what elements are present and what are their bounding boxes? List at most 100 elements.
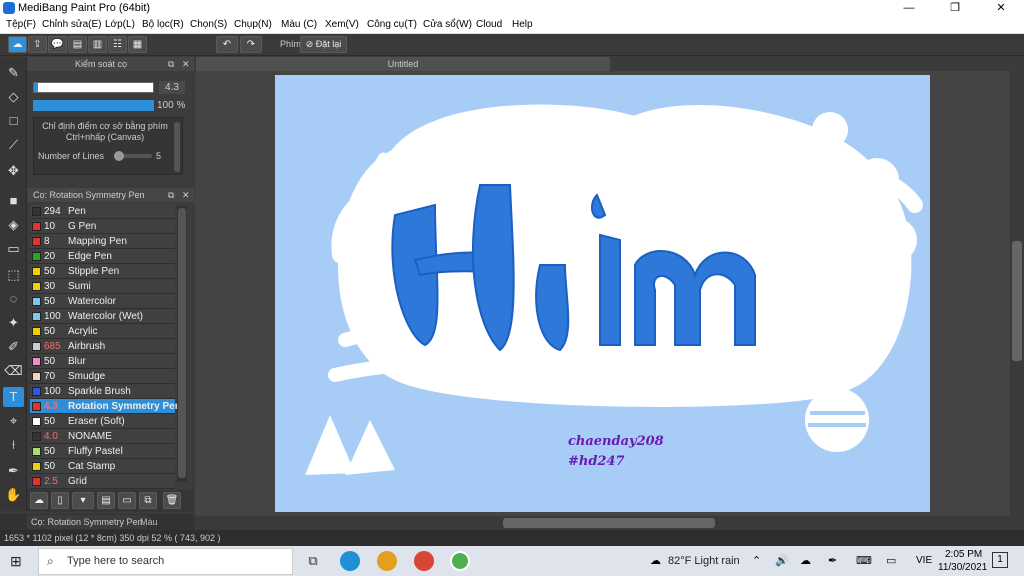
brush-row[interactable]: 50 Fluffy Pastel (30, 444, 175, 459)
options-scrollbar[interactable] (174, 122, 180, 172)
vertical-scrollbar[interactable] (1010, 71, 1024, 516)
document-icon[interactable]: ▥ (88, 36, 107, 53)
chrome-icon[interactable] (414, 551, 434, 571)
chevron-up-icon[interactable]: ⌃ (752, 554, 761, 567)
bucket-tool-icon[interactable]: ◈ (3, 215, 24, 235)
message-icon[interactable]: ▤ (68, 36, 87, 53)
close-button[interactable]: ✕ (978, 0, 1024, 17)
tab-color[interactable]: Màu (136, 515, 162, 529)
lines-slider[interactable] (114, 151, 152, 161)
menu-cloud[interactable]: Cloud (476, 19, 502, 30)
brush-row[interactable]: 20 Edge Pen (30, 249, 175, 264)
brush-row[interactable]: 10 G Pen (30, 219, 175, 234)
hand-tool-icon[interactable]: ✋ (3, 485, 24, 505)
brush-row[interactable]: 30 Sumi (30, 279, 175, 294)
popout-icon[interactable]: ⧉ (168, 57, 174, 71)
menu-filter[interactable]: Bộ lọc(R) (142, 19, 184, 30)
brush-row[interactable]: 50 Blur (30, 354, 175, 369)
close-panel-icon[interactable]: ✕ (182, 188, 190, 202)
speaker-icon[interactable]: 🔊 (775, 554, 789, 567)
brush-row[interactable]: 50 Stipple Pen (30, 264, 175, 279)
duplicate-icon[interactable]: ⧉ (139, 492, 157, 509)
add-brush-icon[interactable]: ▾ (72, 492, 94, 509)
display-icon[interactable]: ▭ (886, 554, 896, 567)
popout-icon[interactable]: ⧉ (168, 188, 174, 202)
brush-list-scrollbar[interactable] (177, 206, 187, 482)
magic-wand-icon[interactable]: ✦ (3, 313, 24, 333)
chrome-icon[interactable] (377, 551, 397, 571)
keyboard-icon[interactable]: ⌨ (856, 554, 872, 567)
select-tool-icon[interactable]: ⬚ (3, 265, 24, 285)
menu-view[interactable]: Xem(V) (325, 19, 359, 30)
brush-row[interactable]: 4.3 Rotation Symmetry Pen (30, 399, 181, 414)
pen-icon[interactable]: ✒ (828, 554, 837, 567)
menu-edit[interactable]: Chỉnh sửa(E) (42, 19, 102, 30)
tab-brush[interactable]: Cọ: Rotation Symmetry Pen (27, 515, 147, 529)
trash-icon[interactable]: 🗑 (163, 492, 181, 509)
brush-row[interactable]: 100 Sparkle Brush (30, 384, 175, 399)
minimize-button[interactable]: — (886, 0, 932, 17)
brush-row[interactable]: 50 Eraser (Soft) (30, 414, 175, 429)
undo-button[interactable]: ↶ (216, 36, 238, 53)
lasso-tool-icon[interactable]: ◌ (3, 289, 24, 309)
reset-button[interactable]: ⊘ Đặt lại (300, 36, 347, 53)
menu-select[interactable]: Chọn(S) (190, 19, 227, 30)
text-tool-icon[interactable]: T (3, 387, 24, 407)
menu-window[interactable]: Cửa sổ(W) (423, 19, 472, 30)
weather-text[interactable]: 82°F Light rain (668, 555, 740, 567)
new-brush-icon[interactable]: ▯ (51, 492, 69, 509)
folder-icon[interactable]: ▭ (118, 492, 136, 509)
upload-icon[interactable]: ⇪ (28, 36, 47, 53)
operation-tool-icon[interactable]: ⌖ (3, 411, 24, 431)
fill-rect-tool-icon[interactable]: ■ (3, 191, 24, 211)
brush-row[interactable]: 50 Watercolor (30, 294, 175, 309)
windows-start-icon[interactable]: ⊞ (10, 554, 24, 568)
brush-row[interactable]: 100 Watercolor (Wet) (30, 309, 175, 324)
scroll-thumb[interactable] (503, 518, 715, 528)
brush-row[interactable]: 70 Smudge (30, 369, 175, 384)
brush-row[interactable]: 294 Pen (30, 204, 175, 219)
notification-icon[interactable]: 1 (992, 552, 1008, 568)
brush-row[interactable]: 50 Acrylic (30, 324, 175, 339)
document-tab[interactable]: Untitled (196, 57, 610, 71)
brush-row[interactable]: 50 Cat Stamp (30, 459, 175, 474)
menu-file[interactable]: Tệp(F) (6, 19, 36, 30)
brush-row[interactable]: 8 Mapping Pen (30, 234, 175, 249)
pen-tool-icon[interactable]: ✒ (3, 461, 24, 481)
language-indicator[interactable]: VIE (916, 555, 932, 566)
brush-size-slider[interactable] (33, 82, 154, 93)
select-pen-icon[interactable]: ✐ (3, 337, 24, 357)
cloud-brush-icon[interactable]: ☁ (30, 492, 48, 509)
list-icon[interactable]: ☷ (108, 36, 127, 53)
maximize-button[interactable]: ❐ (932, 0, 978, 17)
brush-settings-icon[interactable]: ▤ (97, 492, 115, 509)
medibang-icon[interactable] (450, 551, 470, 571)
search-box[interactable]: ⌕ Type here to search (38, 548, 293, 575)
brush-row[interactable]: 4.0 NONAME (30, 429, 175, 444)
close-panel-icon[interactable]: ✕ (182, 57, 190, 71)
scroll-thumb[interactable] (1012, 241, 1022, 361)
eyedropper-tool-icon[interactable]: ⟊ (3, 435, 24, 455)
brush-size-value[interactable]: 4.3 (159, 81, 185, 94)
canvas[interactable]: chaenday208 #hd247 (275, 75, 930, 512)
gradient-tool-icon[interactable]: ▭ (3, 239, 24, 259)
redo-button[interactable]: ↷ (240, 36, 262, 53)
brush-row[interactable]: 2.5 Grid (30, 474, 175, 489)
move-tool-icon[interactable]: ✥ (3, 161, 24, 181)
task-view-icon[interactable]: ⧉ (303, 551, 323, 571)
rectangle-tool-icon[interactable]: □ (3, 111, 24, 131)
comment-icon[interactable]: 💬 (48, 36, 67, 53)
brush-tool-icon[interactable]: ✎ (3, 63, 24, 83)
menu-layer[interactable]: Lớp(L) (105, 19, 135, 30)
menu-capture[interactable]: Chụp(N) (234, 19, 272, 30)
onedrive-icon[interactable]: ☁ (800, 554, 811, 567)
eraser-tool-icon[interactable]: ◇ (3, 87, 24, 107)
grid-icon[interactable]: ▦ (128, 36, 147, 53)
lines-slider-thumb[interactable] (114, 151, 124, 161)
brush-row[interactable]: 685 Airbrush (30, 339, 175, 354)
cloud-icon[interactable]: ☁ (8, 36, 27, 53)
horizontal-scrollbar[interactable] (195, 516, 1024, 530)
edge-icon[interactable] (340, 551, 360, 571)
menu-color[interactable]: Màu (C) (281, 19, 317, 30)
line-tool-icon[interactable]: ⟋ (3, 135, 24, 155)
